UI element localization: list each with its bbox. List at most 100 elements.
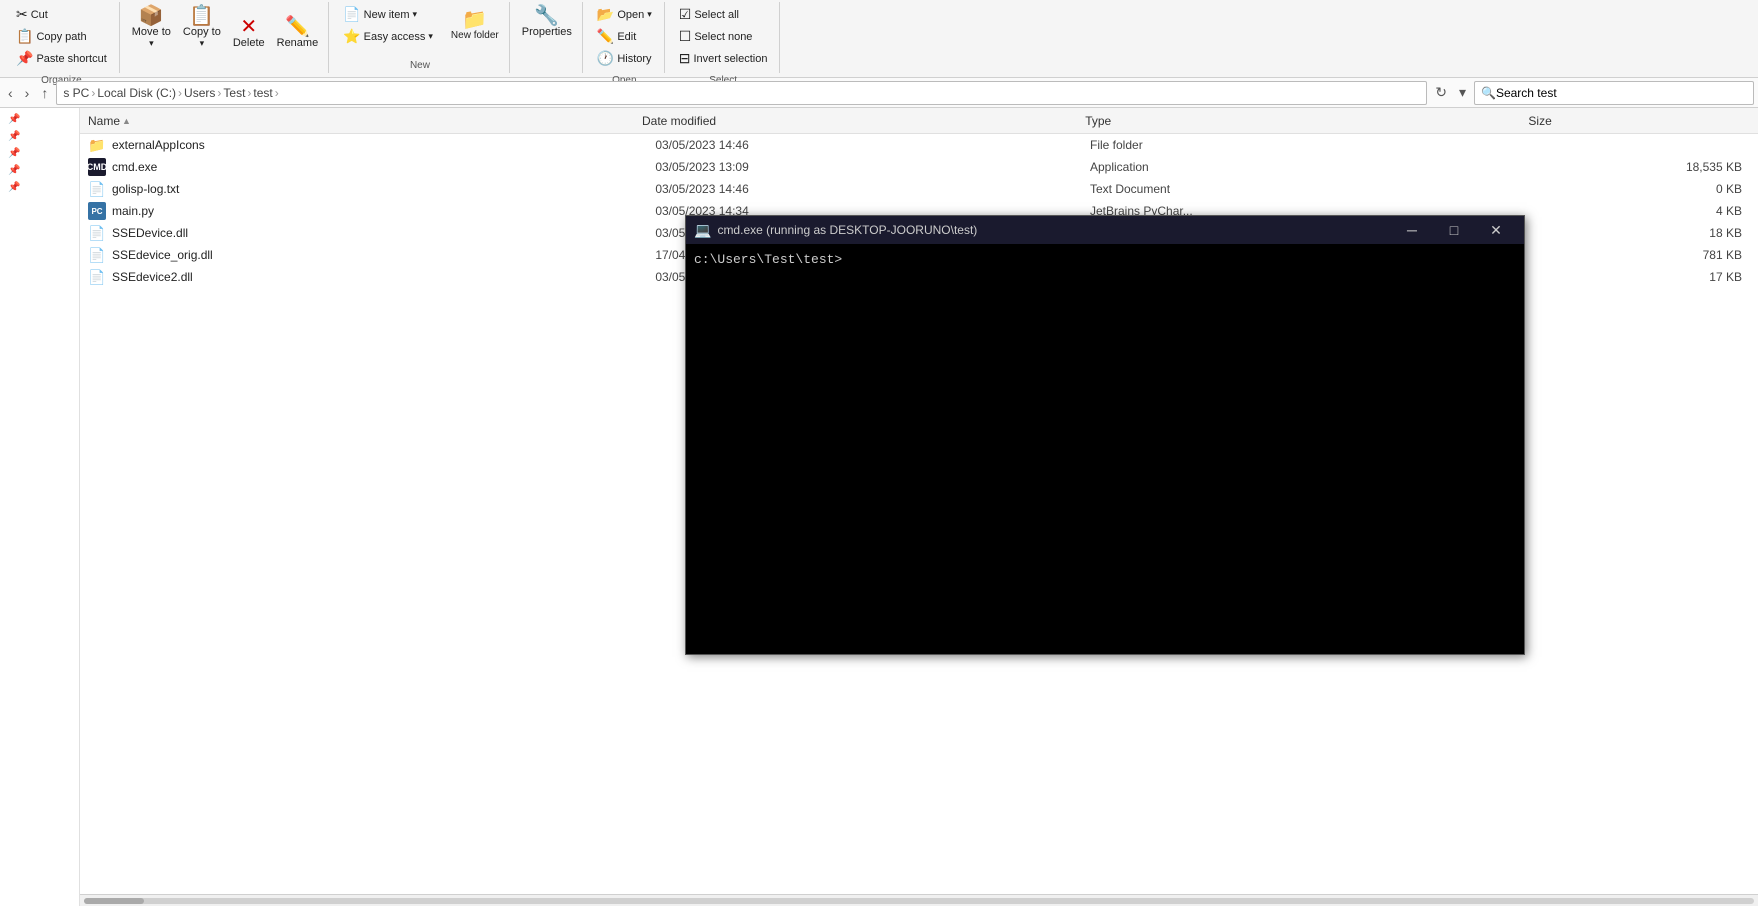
file-name: cmd.exe bbox=[112, 160, 655, 174]
move-icon: 📦 bbox=[139, 6, 164, 26]
delete-icon: ✕ bbox=[240, 17, 257, 37]
col-header-size[interactable]: Size bbox=[1528, 114, 1750, 128]
nav-pin-1[interactable]: 📌 bbox=[0, 112, 79, 127]
file-size: 17 KB bbox=[1525, 270, 1750, 284]
easy-access-button[interactable]: ⭐ Easy access ▾ bbox=[337, 26, 439, 47]
invert-selection-button[interactable]: ⊟ Invert selection bbox=[673, 48, 774, 69]
copy-icon: 📋 bbox=[189, 6, 214, 26]
ribbon-group-properties: 🔧 Properties bbox=[512, 2, 583, 73]
ribbon-group-open: 📂 Open ▾ ✏️ Edit 🕐 History Open bbox=[585, 2, 665, 73]
cmd-controls: ─ □ ✕ bbox=[1392, 218, 1516, 242]
dll-icon: 📄 bbox=[88, 268, 106, 286]
cmd-prompt: c:\Users\Test\test> bbox=[694, 252, 1516, 267]
file-name: externalAppIcons bbox=[112, 138, 655, 152]
properties-icon: 🔧 bbox=[534, 6, 559, 26]
nav-pin-2[interactable]: 📌 bbox=[0, 129, 79, 144]
new-folder-button[interactable]: 📁 New folder bbox=[447, 8, 503, 43]
cmd-maximize-button[interactable]: □ bbox=[1434, 218, 1474, 242]
file-name: SSEDevice.dll bbox=[112, 226, 655, 240]
file-size: 4 KB bbox=[1525, 204, 1750, 218]
back-button[interactable]: ‹ bbox=[4, 83, 17, 103]
folder-icon: 📁 bbox=[88, 136, 106, 154]
file-size: 0 KB bbox=[1525, 182, 1750, 196]
cmd-window[interactable]: 💻 cmd.exe (running as DESKTOP-JOORUNO\te… bbox=[685, 215, 1525, 655]
ribbon-group-select: ☑ Select all ☐ Select none ⊟ Invert sele… bbox=[667, 2, 781, 73]
file-date: 03/05/2023 14:46 bbox=[655, 138, 1090, 152]
edit-button[interactable]: ✏️ Edit bbox=[591, 26, 658, 47]
file-row[interactable]: CMD cmd.exe 03/05/2023 13:09 Application… bbox=[80, 156, 1758, 178]
scrollbar-thumb[interactable] bbox=[84, 898, 144, 904]
select-all-icon: ☑ bbox=[679, 6, 692, 23]
open-button[interactable]: 📂 Open ▾ bbox=[591, 4, 658, 25]
txt-icon: 📄 bbox=[88, 180, 106, 198]
properties-button[interactable]: 🔧 Properties bbox=[518, 4, 576, 64]
dll-icon: 📄 bbox=[88, 246, 106, 264]
exe-icon: CMD bbox=[88, 158, 106, 176]
up-button[interactable]: ↑ bbox=[37, 83, 52, 103]
file-name: SSEdevice_orig.dll bbox=[112, 248, 655, 262]
cmd-body[interactable]: c:\Users\Test\test> bbox=[686, 244, 1524, 654]
file-row[interactable]: 📄 golisp-log.txt 03/05/2023 14:46 Text D… bbox=[80, 178, 1758, 200]
cmd-close-button[interactable]: ✕ bbox=[1476, 218, 1516, 242]
nav-pane: 📌 📌 📌 📌 📌 bbox=[0, 108, 80, 906]
delete-button[interactable]: ✕ Delete bbox=[229, 15, 269, 51]
edit-icon: ✏️ bbox=[597, 28, 614, 45]
dll-icon: 📄 bbox=[88, 224, 106, 242]
cut-icon: ✂ bbox=[16, 6, 28, 23]
file-size: 18 KB bbox=[1525, 226, 1750, 240]
search-box[interactable]: 🔍 bbox=[1474, 81, 1754, 105]
cmd-title-icon: 💻 bbox=[694, 222, 711, 239]
scrollbar-track[interactable] bbox=[84, 898, 1754, 904]
column-headers[interactable]: Name ▲ Date modified Type Size bbox=[80, 108, 1758, 134]
refresh-button[interactable]: ↻ bbox=[1431, 82, 1451, 103]
col-header-date[interactable]: Date modified bbox=[642, 114, 1085, 128]
ribbon: ✂ Cut 📋 Copy path 📌 Paste shortcut Organ… bbox=[0, 0, 1758, 78]
file-row[interactable]: 📁 externalAppIcons 03/05/2023 14:46 File… bbox=[80, 134, 1758, 156]
col-header-name[interactable]: Name ▲ bbox=[88, 114, 642, 128]
cmd-title-text: cmd.exe (running as DESKTOP-JOORUNO\test… bbox=[717, 223, 1386, 237]
nav-pin-5[interactable]: 📌 bbox=[0, 180, 79, 195]
address-bar: ‹ › ↑ s PC › Local Disk (C:) › Users › T… bbox=[0, 78, 1758, 108]
copy-to-button[interactable]: 📋 Copy to ▾ bbox=[179, 4, 225, 51]
new-item-icon: 📄 bbox=[343, 6, 360, 23]
paste-shortcut-button[interactable]: 📌 Paste shortcut bbox=[10, 48, 113, 69]
cmd-titlebar: 💻 cmd.exe (running as DESKTOP-JOORUNO\te… bbox=[686, 216, 1524, 244]
select-all-button[interactable]: ☑ Select all bbox=[673, 4, 774, 25]
file-type: Application bbox=[1090, 160, 1525, 174]
file-size: 781 KB bbox=[1525, 248, 1750, 262]
py-icon: PC bbox=[88, 202, 106, 220]
horizontal-scrollbar[interactable] bbox=[80, 894, 1758, 906]
select-none-icon: ☐ bbox=[679, 28, 692, 45]
invert-selection-icon: ⊟ bbox=[679, 50, 691, 67]
file-name: golisp-log.txt bbox=[112, 182, 655, 196]
rename-icon: ✏️ bbox=[285, 17, 310, 37]
open-icon: 📂 bbox=[597, 6, 614, 23]
forward-button[interactable]: › bbox=[21, 83, 34, 103]
sort-arrow: ▲ bbox=[122, 116, 131, 126]
ribbon-group-file-ops: 📦 Move to ▾ 📋 Copy to ▾ ✕ Delete ✏️ Rena… bbox=[122, 2, 329, 73]
file-name: main.py bbox=[112, 204, 655, 218]
history-icon: 🕐 bbox=[597, 50, 614, 67]
file-name: SSEdevice2.dll bbox=[112, 270, 655, 284]
ribbon-group-organize: ✂ Cut 📋 Copy path 📌 Paste shortcut Organ… bbox=[4, 2, 120, 73]
new-item-button[interactable]: 📄 New item ▾ bbox=[337, 4, 439, 25]
select-none-button[interactable]: ☐ Select none bbox=[673, 26, 774, 47]
copy-path-icon: 📋 bbox=[16, 28, 33, 45]
nav-pin-3[interactable]: 📌 bbox=[0, 146, 79, 161]
file-type: File folder bbox=[1090, 138, 1525, 152]
easy-access-icon: ⭐ bbox=[343, 28, 360, 45]
file-size: 18,535 KB bbox=[1525, 160, 1750, 174]
address-dropdown-button[interactable]: ▾ bbox=[1455, 82, 1470, 103]
cut-button[interactable]: ✂ Cut bbox=[10, 4, 113, 25]
col-header-type[interactable]: Type bbox=[1085, 114, 1528, 128]
rename-button[interactable]: ✏️ Rename bbox=[273, 15, 323, 51]
file-date: 03/05/2023 14:46 bbox=[655, 182, 1090, 196]
search-icon: 🔍 bbox=[1481, 86, 1496, 100]
cmd-minimize-button[interactable]: ─ bbox=[1392, 218, 1432, 242]
search-input[interactable] bbox=[1496, 86, 1747, 100]
address-path[interactable]: s PC › Local Disk (C:) › Users › Test › … bbox=[56, 81, 1427, 105]
copy-path-button[interactable]: 📋 Copy path bbox=[10, 26, 113, 47]
history-button[interactable]: 🕐 History bbox=[591, 48, 658, 69]
nav-pin-4[interactable]: 📌 bbox=[0, 163, 79, 178]
move-to-button[interactable]: 📦 Move to ▾ bbox=[128, 4, 175, 51]
